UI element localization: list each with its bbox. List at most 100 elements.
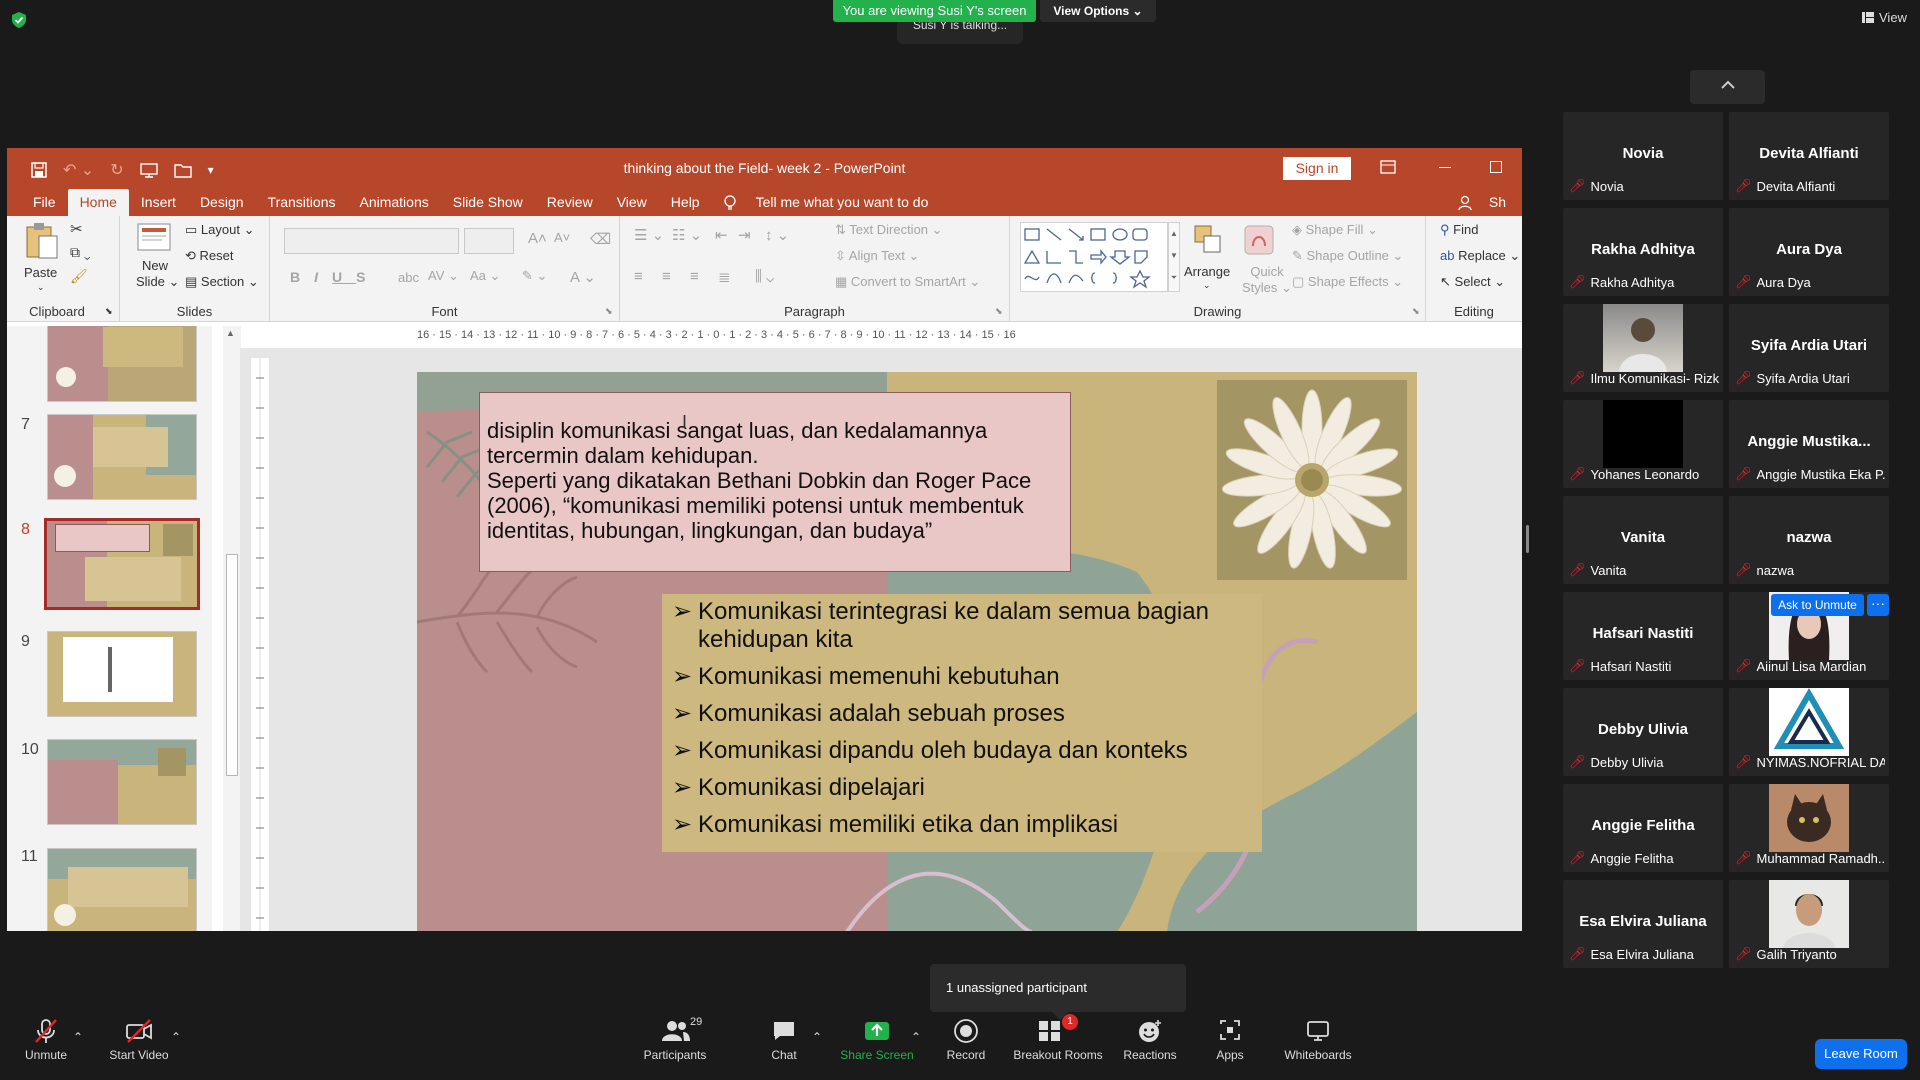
ask-to-unmute-button[interactable]: Ask to Unmute — [1771, 594, 1864, 616]
drawing-launcher-icon[interactable]: ⬊ — [1412, 306, 1420, 317]
change-case-icon[interactable]: Aa ⌄ — [470, 268, 500, 284]
arrange-icon[interactable] — [1193, 224, 1223, 256]
view-options-button[interactable]: View Options ⌄ — [1040, 0, 1156, 22]
shape-outline-button[interactable]: ✎ Shape Outline ⌄ — [1292, 248, 1403, 264]
chat-options-chevron-icon[interactable]: ⌃ — [812, 1030, 822, 1044]
chat-button[interactable]: Chat — [764, 1018, 804, 1062]
audio-options-chevron-icon[interactable]: ⌃ — [73, 1030, 83, 1044]
clipboard-launcher-icon[interactable]: ⬊ — [105, 306, 113, 317]
video-options-chevron-icon[interactable]: ⌃ — [171, 1030, 181, 1044]
tab-transitions[interactable]: Transitions — [256, 189, 348, 216]
section-button[interactable]: ▤ Section ⌄ — [185, 274, 259, 290]
participant-tile[interactable]: 🎤︎ Ilmu Komunikasi- Rizk... — [1563, 304, 1723, 392]
strikethrough-icon[interactable]: abc — [398, 270, 419, 285]
line-spacing-icon[interactable]: ↕ ⌄ — [765, 226, 789, 244]
participant-tile[interactable]: Syifa Ardia Utari 🎤︎ Syifa Ardia Utari — [1729, 304, 1889, 392]
panel-resize-handle[interactable] — [1526, 525, 1529, 553]
quote-text-box[interactable]: disiplin komunikasi sangat luas, dan ked… — [479, 392, 1071, 572]
more-options-button[interactable]: ··· — [1867, 594, 1889, 616]
reactions-button[interactable]: Reactions — [1122, 1018, 1178, 1062]
slide-thumbnail-10[interactable] — [47, 739, 197, 825]
participant-tile[interactable]: 🎤︎ Muhammad Ramadh... — [1729, 784, 1889, 872]
participant-tile[interactable]: Vanita 🎤︎ Vanita — [1563, 496, 1723, 584]
quick-styles-icon[interactable] — [1243, 224, 1275, 256]
tab-animations[interactable]: Animations — [347, 189, 440, 216]
paragraph-launcher-icon[interactable]: ⬊ — [995, 306, 1003, 317]
slide-thumbnail-8-selected[interactable] — [44, 518, 200, 610]
paste-dropdown-icon[interactable]: ⌄ — [37, 282, 45, 293]
new-slide-label[interactable]: New — [142, 258, 168, 273]
shapes-gallery[interactable] — [1020, 222, 1168, 292]
decrease-font-icon[interactable]: A˅ — [554, 230, 570, 245]
slide-thumbnail-11[interactable] — [47, 848, 197, 931]
breakout-rooms-button[interactable]: 1 Breakout Rooms — [1012, 1014, 1104, 1062]
highlight-icon[interactable]: ✎ ⌄ — [522, 268, 547, 284]
maximize-icon[interactable] — [1490, 161, 1502, 173]
columns-icon[interactable]: ⫼ ⌄ — [755, 268, 774, 285]
participant-tile[interactable]: 🎤︎ NYIMAS.NOFRIAL DA... — [1729, 688, 1889, 776]
sign-in-button[interactable]: Sign in — [1283, 157, 1351, 180]
arrange-dropdown-icon[interactable]: ⌄ — [1203, 280, 1211, 291]
tab-design[interactable]: Design — [188, 189, 256, 216]
participant-tile[interactable]: Devita Alfianti 🎤︎ Devita Alfianti — [1729, 112, 1889, 200]
gallery-collapse-button[interactable] — [1690, 70, 1765, 104]
thumbnail-scrollbar[interactable]: ▲ — [223, 326, 241, 931]
shapes-scroll[interactable]: ▲ ▼ ⏷ — [1168, 222, 1180, 292]
slide-8[interactable]: disiplin komunikasi sangat luas, dan ked… — [417, 372, 1417, 931]
reset-button[interactable]: ⟲ Reset — [185, 248, 233, 264]
share-screen-button[interactable]: Share Screen — [838, 1018, 916, 1062]
tab-help[interactable]: Help — [659, 189, 712, 216]
convert-smartart-button[interactable]: ▦ Convert to SmartArt ⌄ — [835, 274, 980, 290]
increase-font-icon[interactable]: A˄ — [528, 230, 547, 247]
decrease-indent-icon[interactable]: ⇤ — [715, 226, 728, 244]
minimize-icon[interactable] — [1439, 167, 1451, 168]
apps-button[interactable]: Apps — [1210, 1018, 1250, 1062]
tab-home[interactable]: Home — [67, 189, 129, 216]
justify-icon[interactable]: ≣ — [718, 268, 731, 286]
unmute-button[interactable]: Unmute — [22, 1018, 70, 1062]
align-text-button[interactable]: ⇳ Align Text ⌄ — [835, 248, 919, 264]
tab-file[interactable]: File — [21, 189, 68, 216]
quick-styles-button[interactable]: Quick Styles ⌄ — [1242, 264, 1292, 296]
clear-formatting-icon[interactable]: ⌫ — [590, 230, 611, 248]
align-left-icon[interactable]: ≡ — [634, 268, 643, 285]
new-slide-label-2[interactable]: Slide ⌄ — [136, 274, 179, 290]
align-right-icon[interactable]: ≡ — [690, 268, 699, 285]
security-shield-icon[interactable] — [12, 12, 26, 28]
font-color-icon[interactable]: A ⌄ — [570, 268, 596, 286]
bullet-list[interactable]: ➢ Komunikasi terintegrasi ke dalam semua … — [662, 594, 1262, 852]
share-button[interactable]: Sh — [1445, 189, 1522, 216]
paste-button[interactable]: Paste — [24, 265, 57, 280]
tab-insert[interactable]: Insert — [129, 189, 188, 216]
leave-room-button[interactable]: Leave Room — [1815, 1039, 1907, 1069]
align-center-icon[interactable]: ≡ — [662, 268, 671, 285]
participant-tile[interactable]: Anggie Felitha 🎤︎ Anggie Felitha — [1563, 784, 1723, 872]
start-video-button[interactable]: Start Video — [104, 1018, 174, 1062]
tab-view[interactable]: View — [605, 189, 659, 216]
participant-tile[interactable]: Rakha Adhitya 🎤︎ Rakha Adhitya — [1563, 208, 1723, 296]
ribbon-display-options-icon[interactable] — [1380, 160, 1396, 174]
arrange-button[interactable]: Arrange — [1184, 264, 1230, 279]
participant-tile[interactable]: Novia 🎤︎ Novia — [1563, 112, 1723, 200]
participant-tile[interactable]: Esa Elvira Juliana 🎤︎ Esa Elvira Juliana — [1563, 880, 1723, 968]
bullets-icon[interactable]: ☰ ⌄ — [634, 226, 664, 244]
character-spacing-icon[interactable]: AV ⌄ — [428, 268, 459, 284]
font-launcher-icon[interactable]: ⬊ — [605, 306, 613, 317]
select-button[interactable]: ↖ Select ⌄ — [1440, 274, 1505, 290]
slide-thumbnail-7[interactable] — [47, 414, 197, 500]
font-name-input[interactable] — [284, 228, 459, 254]
replace-button[interactable]: ab Replace ⌄ — [1440, 248, 1520, 264]
copy-icon[interactable]: ⧉ ⌄ — [70, 244, 91, 261]
whiteboards-button[interactable]: Whiteboards — [1280, 1018, 1356, 1062]
tell-me-search[interactable]: Tell me what you want to do — [712, 189, 953, 216]
participant-tile[interactable]: Aura Dya 🎤︎ Aura Dya — [1729, 208, 1889, 296]
slide-thumbnail[interactable] — [47, 326, 197, 402]
font-format-buttons[interactable]: BIUS — [290, 269, 379, 285]
paste-icon[interactable] — [25, 222, 59, 260]
participant-tile[interactable]: Debby Ulivia 🎤︎ Debby Ulivia — [1563, 688, 1723, 776]
flower-image[interactable] — [1217, 380, 1407, 580]
participant-tile[interactable]: nazwa 🎤︎ nazwa — [1729, 496, 1889, 584]
participant-tile[interactable]: 🎤︎ Galih Triyanto — [1729, 880, 1889, 968]
view-button[interactable]: View — [1862, 10, 1907, 25]
find-button[interactable]: ⚲ Find — [1440, 222, 1478, 238]
